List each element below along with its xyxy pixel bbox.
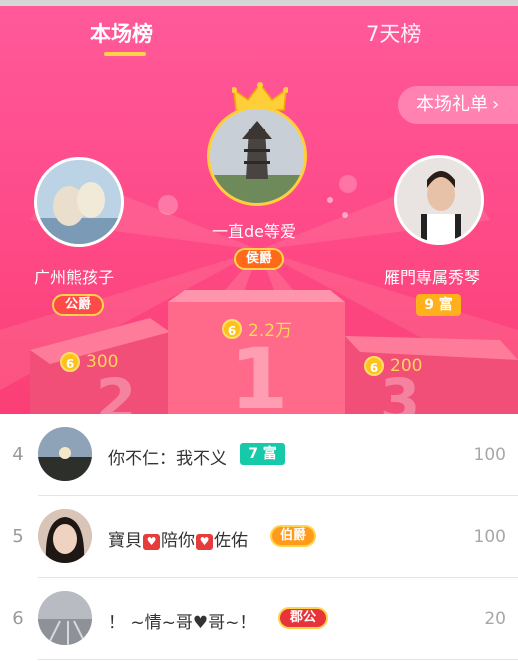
name-part: 寶貝 (108, 531, 142, 551)
noble-badge-rank-1: 侯爵 (234, 248, 284, 270)
user-name: ！ ~情~哥♥哥~！ (108, 613, 257, 633)
podium-score-rank-1: 6 2.2万 (222, 316, 292, 341)
heart-icon: ♥ (143, 534, 160, 550)
tab-underline (104, 52, 146, 56)
user-name: 寶貝 ♥ 陪你 ♥ 佐佑 (108, 526, 248, 551)
gift-list-label: 本场礼单 (416, 94, 488, 115)
score-value: 200 (390, 356, 423, 376)
noble-badge-rank-2: 公爵 (52, 294, 104, 316)
divider (38, 659, 518, 660)
coin-icon: 6 (222, 318, 242, 339)
coin-icon: 6 (364, 356, 384, 376)
user-score: 100 (473, 445, 506, 465)
name-part: 陪你 (161, 531, 195, 551)
tab-seven-days[interactable]: 7天榜 (366, 18, 421, 48)
podium-name-rank-3: 雁門専属秀琴 (384, 268, 481, 287)
user-name: 你不仁：我不义 (108, 449, 227, 469)
chevron-right-icon: › (492, 94, 500, 115)
wealth-badge-rank-3: 9 富 (416, 294, 461, 316)
avatar[interactable] (38, 427, 92, 481)
name-part: 佐佑 (214, 531, 248, 551)
podium-score-rank-3: 6 200 (364, 356, 422, 376)
score-value: 2.2万 (248, 321, 293, 341)
list-item[interactable]: 5 寶貝 ♥ 陪你 ♥ 佐佑 伯爵 100 (0, 496, 518, 578)
noble-badge: 郡公 (278, 607, 328, 629)
rank-number: 4 (12, 444, 24, 465)
podium-name-rank-1: 一直de等爱 (212, 222, 297, 241)
user-score: 20 (484, 609, 506, 629)
podium-score-rank-2: 6 300 (60, 352, 118, 372)
coin-icon: 6 (60, 352, 80, 372)
ranking-header: 1 2 3 本场榜 7天榜 本场礼单 › 一直de等爱 侯爵 6 2.2万 广州… (0, 0, 518, 414)
avatar[interactable] (38, 509, 92, 563)
rank-number: 5 (12, 526, 24, 547)
list-item[interactable]: 4 你不仁：我不义 7 富 100 (0, 414, 518, 496)
avatar-rank-1[interactable] (207, 106, 307, 206)
user-score: 100 (473, 527, 506, 547)
heart-icon: ♥ (196, 534, 213, 550)
podium-name-rank-2: 广州熊孩子 (34, 268, 115, 287)
svg-text:2: 2 (96, 366, 136, 414)
list-item[interactable]: 6 ！ ~情~哥♥哥~！ 郡公 20 (0, 578, 518, 660)
avatar[interactable] (38, 591, 92, 645)
avatar-rank-2[interactable] (34, 157, 124, 247)
gift-list-button[interactable]: 本场礼单 › (398, 86, 518, 124)
ranking-list: 4 你不仁：我不义 7 富 100 5 寶貝♥陪你♥佐佑 伯爵 100 (0, 414, 518, 661)
score-value: 300 (86, 352, 119, 372)
rank-number: 6 (12, 608, 24, 629)
tab-current-session[interactable]: 本场榜 (90, 18, 153, 48)
avatar-rank-3[interactable] (394, 155, 484, 245)
noble-badge: 伯爵 (270, 525, 316, 547)
wealth-badge: 7 富 (240, 443, 285, 465)
svg-text:1: 1 (230, 330, 288, 414)
